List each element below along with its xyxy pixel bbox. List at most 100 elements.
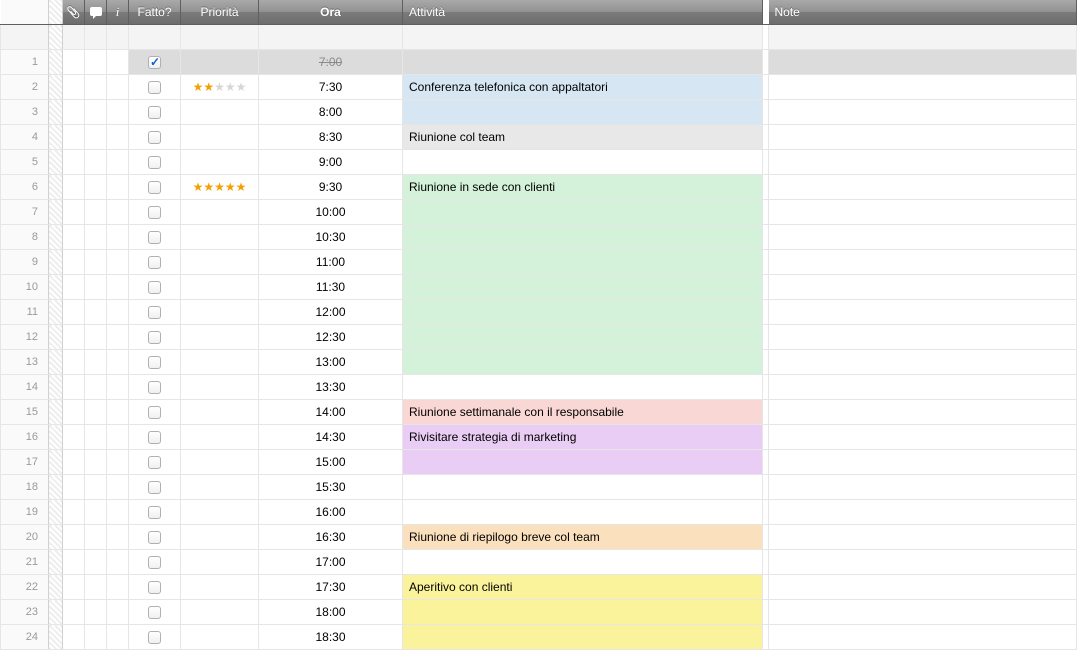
attachment-cell[interactable] (63, 575, 85, 600)
info-cell[interactable] (107, 450, 129, 475)
row-number[interactable]: 18 (1, 475, 49, 500)
row-number[interactable]: 7 (1, 200, 49, 225)
info-cell[interactable] (107, 225, 129, 250)
header-activity[interactable]: Attività (403, 0, 763, 25)
comment-cell[interactable] (85, 275, 107, 300)
row-number[interactable]: 10 (1, 275, 49, 300)
time-cell[interactable]: 14:00 (259, 400, 403, 425)
priority-cell[interactable] (181, 150, 259, 175)
time-cell[interactable]: 11:00 (259, 250, 403, 275)
done-cell[interactable] (129, 150, 181, 175)
priority-cell[interactable] (181, 325, 259, 350)
attachment-cell[interactable] (63, 525, 85, 550)
done-cell[interactable] (129, 250, 181, 275)
row-number[interactable]: 21 (1, 550, 49, 575)
note-cell[interactable] (769, 400, 1077, 425)
done-checkbox[interactable] (148, 456, 161, 469)
priority-cell[interactable] (181, 125, 259, 150)
comment-cell[interactable] (85, 625, 107, 650)
info-cell[interactable] (107, 200, 129, 225)
time-cell[interactable]: 10:00 (259, 200, 403, 225)
info-cell[interactable] (107, 550, 129, 575)
done-checkbox[interactable] (148, 56, 161, 69)
header-comment[interactable] (85, 0, 107, 25)
comment-cell[interactable] (85, 400, 107, 425)
done-checkbox[interactable] (148, 581, 161, 594)
note-cell[interactable] (769, 100, 1077, 125)
info-cell[interactable] (107, 600, 129, 625)
comment-cell[interactable] (85, 600, 107, 625)
done-cell[interactable] (129, 125, 181, 150)
done-cell[interactable] (129, 525, 181, 550)
done-cell[interactable] (129, 625, 181, 650)
row-number[interactable]: 15 (1, 400, 49, 425)
info-cell[interactable] (107, 250, 129, 275)
attachment-cell[interactable] (63, 250, 85, 275)
time-cell[interactable]: 12:00 (259, 300, 403, 325)
row-number[interactable]: 5 (1, 150, 49, 175)
time-cell[interactable]: 8:00 (259, 100, 403, 125)
filter-attach[interactable] (63, 25, 85, 50)
comment-cell[interactable] (85, 100, 107, 125)
comment-cell[interactable] (85, 150, 107, 175)
activity-cell[interactable] (403, 150, 763, 175)
row-number[interactable]: 16 (1, 425, 49, 450)
attachment-cell[interactable] (63, 50, 85, 75)
attachment-cell[interactable] (63, 625, 85, 650)
note-cell[interactable] (769, 575, 1077, 600)
info-cell[interactable] (107, 125, 129, 150)
done-cell[interactable] (129, 200, 181, 225)
attachment-cell[interactable] (63, 600, 85, 625)
priority-cell[interactable] (181, 625, 259, 650)
row-number[interactable]: 3 (1, 100, 49, 125)
priority-cell[interactable] (181, 375, 259, 400)
attachment-cell[interactable] (63, 375, 85, 400)
done-cell[interactable] (129, 325, 181, 350)
filter-activity[interactable] (403, 25, 763, 50)
activity-cell[interactable]: Aperitivo con clienti (403, 575, 763, 600)
activity-cell[interactable] (403, 100, 763, 125)
done-checkbox[interactable] (148, 506, 161, 519)
priority-cell[interactable] (181, 575, 259, 600)
note-cell[interactable] (769, 475, 1077, 500)
row-number[interactable]: 12 (1, 325, 49, 350)
priority-cell[interactable] (181, 225, 259, 250)
attachment-cell[interactable] (63, 75, 85, 100)
done-cell[interactable] (129, 550, 181, 575)
row-number[interactable]: 19 (1, 500, 49, 525)
priority-cell[interactable] (181, 525, 259, 550)
filter-comment[interactable] (85, 25, 107, 50)
info-cell[interactable] (107, 175, 129, 200)
activity-cell[interactable] (403, 475, 763, 500)
time-cell[interactable]: 10:30 (259, 225, 403, 250)
time-cell[interactable]: 16:00 (259, 500, 403, 525)
header-notes[interactable]: Note (769, 0, 1077, 25)
attachment-cell[interactable] (63, 225, 85, 250)
priority-cell[interactable] (181, 275, 259, 300)
priority-cell[interactable]: ★★★★★ (181, 75, 259, 100)
done-cell[interactable] (129, 400, 181, 425)
done-cell[interactable] (129, 225, 181, 250)
time-cell[interactable]: 13:30 (259, 375, 403, 400)
row-number[interactable]: 23 (1, 600, 49, 625)
note-cell[interactable] (769, 600, 1077, 625)
comment-cell[interactable] (85, 425, 107, 450)
info-cell[interactable] (107, 625, 129, 650)
done-checkbox[interactable] (148, 356, 161, 369)
done-checkbox[interactable] (148, 431, 161, 444)
filter-priority[interactable] (181, 25, 259, 50)
done-cell[interactable] (129, 350, 181, 375)
time-cell[interactable]: 16:30 (259, 525, 403, 550)
header-info[interactable]: i (107, 0, 129, 25)
time-cell[interactable]: 12:30 (259, 325, 403, 350)
done-cell[interactable] (129, 300, 181, 325)
header-time[interactable]: Ora (259, 0, 403, 25)
row-number[interactable]: 20 (1, 525, 49, 550)
done-cell[interactable] (129, 100, 181, 125)
info-cell[interactable] (107, 525, 129, 550)
note-cell[interactable] (769, 425, 1077, 450)
done-checkbox[interactable] (148, 306, 161, 319)
info-cell[interactable] (107, 325, 129, 350)
time-cell[interactable]: 17:00 (259, 550, 403, 575)
done-checkbox[interactable] (148, 231, 161, 244)
